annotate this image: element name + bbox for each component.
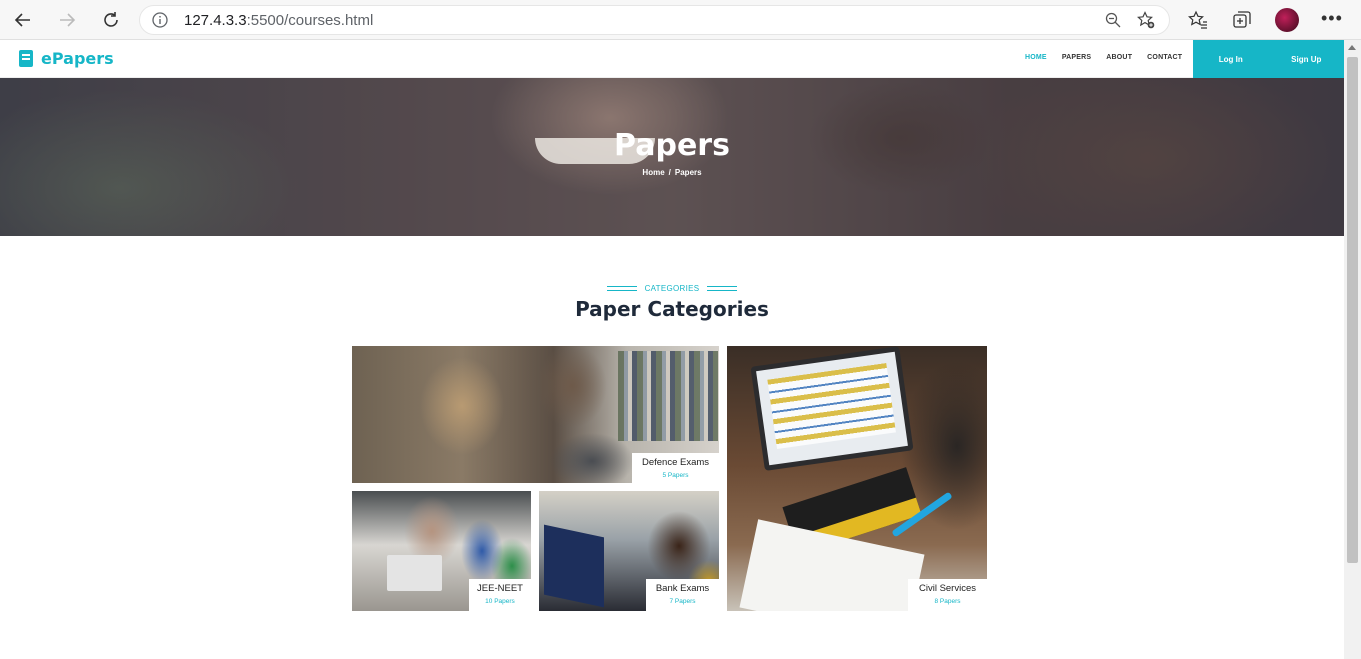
favorites-icon[interactable] bbox=[1186, 8, 1210, 32]
url-text: 127.4.3.3:5500/courses.html bbox=[184, 12, 374, 29]
page-scrollbar[interactable] bbox=[1344, 40, 1361, 659]
login-button[interactable]: Log In bbox=[1193, 40, 1269, 78]
breadcrumb-current: Papers bbox=[674, 168, 702, 177]
site-navbar: ePapers HOME PAPERS ABOUT CONTACT Log In… bbox=[0, 40, 1344, 78]
scroll-up-arrow[interactable] bbox=[1348, 45, 1356, 50]
divider-left bbox=[606, 286, 637, 291]
brand-name: ePapers bbox=[41, 49, 114, 68]
category-label: Civil Services 8 Papers bbox=[908, 579, 987, 611]
nav-about[interactable]: ABOUT bbox=[1106, 54, 1132, 61]
section-tag: CATEGORIES bbox=[0, 284, 1344, 293]
category-card-civil-services[interactable]: Civil Services 8 Papers bbox=[727, 346, 987, 611]
category-card-defence[interactable]: Defence Exams 5 Papers bbox=[352, 346, 719, 483]
divider-right bbox=[707, 286, 738, 291]
brand-logo[interactable]: ePapers bbox=[19, 49, 114, 68]
nav-papers[interactable]: PAPERS bbox=[1062, 54, 1091, 61]
category-card-jee-neet[interactable]: JEE-NEET 10 Papers bbox=[352, 491, 531, 611]
breadcrumb-home[interactable]: Home bbox=[642, 168, 664, 177]
signup-button[interactable]: Sign Up bbox=[1269, 40, 1345, 78]
page-title: Papers bbox=[614, 128, 730, 163]
scrollbar-thumb[interactable] bbox=[1347, 57, 1358, 563]
reload-icon[interactable] bbox=[99, 8, 123, 32]
book-icon bbox=[19, 50, 33, 67]
section-title: Paper Categories bbox=[575, 297, 769, 321]
address-bar[interactable]: 127.4.3.3:5500/courses.html bbox=[139, 5, 1170, 35]
main-nav: HOME PAPERS ABOUT CONTACT bbox=[1025, 54, 1197, 61]
auth-buttons: Log In Sign Up bbox=[1193, 40, 1344, 78]
category-image bbox=[727, 346, 987, 611]
breadcrumb: Home / Papers bbox=[642, 168, 702, 177]
nav-home[interactable]: HOME bbox=[1025, 54, 1047, 61]
category-label: Defence Exams 5 Papers bbox=[632, 453, 719, 483]
add-favorite-icon[interactable] bbox=[1137, 11, 1155, 34]
collections-icon[interactable] bbox=[1230, 8, 1254, 32]
profile-avatar[interactable] bbox=[1275, 8, 1299, 32]
category-label: Bank Exams 7 Papers bbox=[646, 579, 719, 611]
nav-contact[interactable]: CONTACT bbox=[1147, 54, 1182, 61]
site-info-icon[interactable] bbox=[152, 12, 168, 33]
category-label: JEE-NEET 10 Papers bbox=[469, 579, 531, 611]
more-options-icon[interactable]: ••• bbox=[1321, 8, 1343, 29]
forward-icon[interactable] bbox=[55, 8, 79, 32]
browser-toolbar: 127.4.3.3:5500/courses.html ••• bbox=[0, 0, 1361, 40]
zoom-icon[interactable] bbox=[1105, 12, 1121, 33]
category-card-bank[interactable]: Bank Exams 7 Papers bbox=[539, 491, 719, 611]
back-icon[interactable] bbox=[11, 8, 35, 32]
